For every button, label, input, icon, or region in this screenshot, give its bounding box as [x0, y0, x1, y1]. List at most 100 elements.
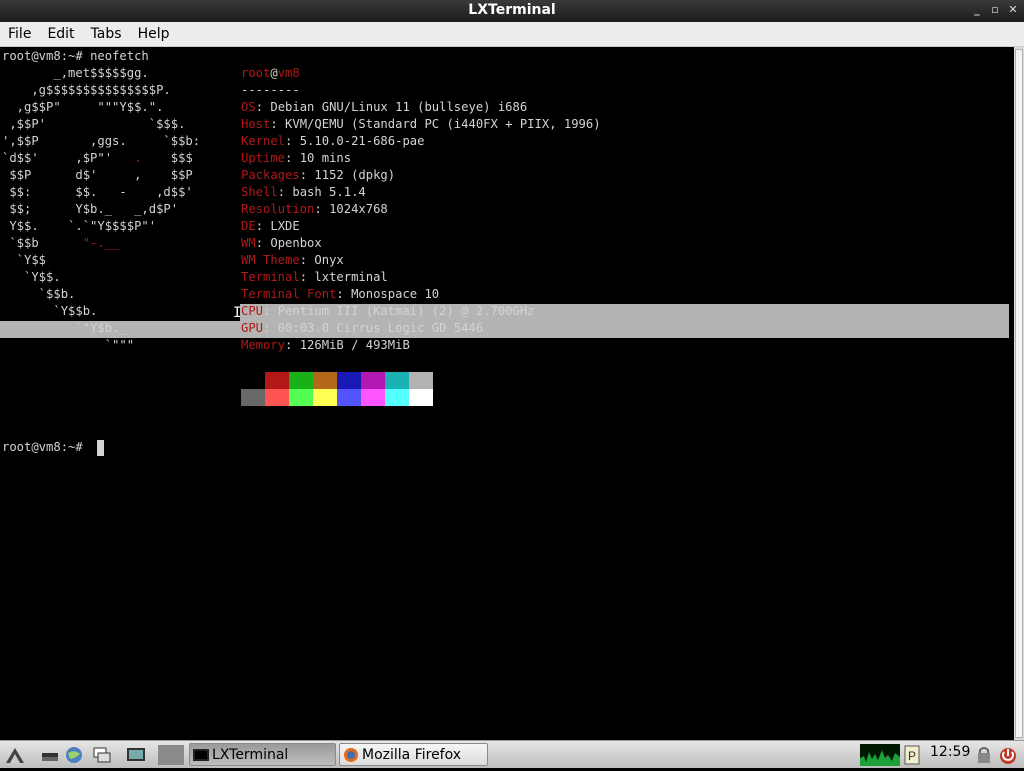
- menu-help[interactable]: Help: [130, 26, 178, 42]
- user-host: root@vm8: [241, 65, 300, 82]
- palette-swatch: [385, 389, 409, 406]
- task-label: Mozilla Firefox: [362, 747, 462, 763]
- info-colon: :: [285, 151, 300, 165]
- window-titlebar[interactable]: LXTerminal _ ▫ ✕: [0, 0, 1024, 22]
- info-line: Shell: bash 5.1.4: [241, 184, 366, 201]
- task-lxterminal[interactable]: LXTerminal: [189, 743, 336, 766]
- info-line: Resolution: 1024x768: [241, 201, 388, 218]
- info-value: LXDE: [270, 219, 300, 233]
- logo-line: ,g$$P" """Y$$.".: [2, 100, 164, 114]
- info-value: 5.10.0-21-686-pae: [299, 134, 425, 148]
- logo-line: `$$b "-.__: [2, 236, 120, 250]
- info-colon: :: [263, 304, 278, 318]
- info-value: Monospace 10: [351, 287, 440, 301]
- info-line: WM: Openbox: [241, 235, 322, 252]
- info-line: Terminal: lxterminal: [241, 269, 388, 286]
- file-manager-icon[interactable]: [40, 745, 60, 765]
- info-colon: :: [299, 168, 315, 182]
- info-colon: :: [314, 202, 330, 216]
- palette-swatch: [361, 389, 385, 406]
- logo-line: $$; Y$b._ _,d$P': [2, 202, 179, 216]
- info-line: Kernel: 5.10.0-21-686-pae: [241, 133, 424, 150]
- info-line: Packages: 1152 (dpkg): [241, 167, 395, 184]
- info-label: Packages: [241, 168, 300, 182]
- at-sign: @: [270, 66, 278, 80]
- menu-bar: File Edit Tabs Help: [0, 22, 1024, 47]
- logo-line: `"Y$b._: [2, 321, 127, 335]
- info-label: Terminal: [241, 270, 300, 284]
- clipboard-icon[interactable]: P: [902, 745, 922, 765]
- clock[interactable]: 12:59: [930, 744, 970, 760]
- cpu-monitor[interactable]: [860, 744, 900, 766]
- minimize-button[interactable]: _: [970, 3, 984, 17]
- palette-swatch: [289, 389, 313, 406]
- info-label: Kernel: [241, 134, 286, 148]
- info-colon: :: [255, 219, 271, 233]
- workspace-switcher[interactable]: [158, 745, 184, 765]
- scrollbar-thumb[interactable]: [1015, 49, 1023, 738]
- show-desktop-icon[interactable]: [126, 745, 146, 765]
- info-value: 1152 (dpkg): [314, 168, 396, 182]
- logo-line: `$$b.: [2, 287, 76, 301]
- maximize-button[interactable]: ▫: [988, 3, 1002, 17]
- ibeam-cursor-icon: I: [233, 305, 242, 321]
- palette-swatch: [313, 389, 337, 406]
- text-cursor: [97, 440, 104, 456]
- info-colon: :: [270, 117, 286, 131]
- info-line: CPU: Pentium III (Katmai) (2) @ 2.700GHz: [241, 303, 535, 320]
- task-firefox[interactable]: Mozilla Firefox: [339, 743, 488, 766]
- info-value: Onyx: [314, 253, 344, 267]
- info-colon: :: [285, 134, 300, 148]
- terminal-icon: [193, 749, 209, 761]
- logo-line: $$: $$. - ,d$$': [2, 185, 193, 199]
- info-value: Openbox: [270, 236, 322, 250]
- info-line: DE: LXDE: [241, 218, 300, 235]
- svg-text:P: P: [908, 749, 916, 763]
- desktop-pager-icon[interactable]: [92, 745, 112, 765]
- info-colon: :: [299, 270, 315, 284]
- palette-swatch: [337, 389, 361, 406]
- info-label: Host: [241, 117, 271, 131]
- info-colon: :: [255, 100, 271, 114]
- info-value: 00:03.0 Cirrus Logic GD 5446: [277, 321, 484, 335]
- info-value: 10 mins: [299, 151, 352, 165]
- logo-line: `d$$' ,$P"' . $$$: [2, 151, 193, 165]
- info-label: Terminal Font: [241, 287, 337, 301]
- menu-tabs[interactable]: Tabs: [83, 26, 130, 42]
- logo-line: ',$$P ,ggs. `$$b:: [2, 134, 201, 148]
- start-menu-icon[interactable]: [4, 745, 24, 765]
- logout-icon[interactable]: [998, 745, 1018, 765]
- info-line: Uptime: 10 mins: [241, 150, 351, 167]
- logo-line: $$P d$' , $$P: [2, 168, 193, 182]
- info-colon: :: [255, 236, 271, 250]
- logo-line: _,met$$$$$gg.: [2, 66, 149, 80]
- close-button[interactable]: ✕: [1006, 3, 1020, 17]
- web-browser-icon[interactable]: [64, 745, 84, 765]
- info-label: OS: [241, 100, 256, 114]
- palette-swatch: [337, 372, 361, 389]
- palette-swatch: [241, 372, 265, 389]
- palette-swatch: [241, 389, 265, 406]
- command: neofetch: [90, 49, 149, 63]
- scrollbar[interactable]: [1014, 47, 1024, 740]
- info-line: Memory: 126MiB / 493MiB: [241, 337, 410, 354]
- logo-line: ,g$$$$$$$$$$$$$$$P.: [2, 83, 171, 97]
- menu-edit[interactable]: Edit: [39, 26, 82, 42]
- menu-file[interactable]: File: [0, 26, 39, 42]
- info-label: Memory: [241, 338, 286, 352]
- terminal-output[interactable]: root@vm8:~# neofetch _,met$$$$$gg. ,g$$$…: [0, 47, 1014, 740]
- info-line: Host: KVM/QEMU (Standard PC (i440FX + PI…: [241, 116, 601, 133]
- logo-line: `Y$$: [2, 253, 47, 267]
- info-line: GPU: 00:03.0 Cirrus Logic GD 5446: [241, 320, 483, 337]
- palette-swatch: [361, 372, 385, 389]
- screen-lock-icon[interactable]: [974, 745, 994, 765]
- info-label: WM: [241, 236, 256, 250]
- info-value: Debian GNU/Linux 11 (bullseye) i686: [270, 100, 528, 114]
- palette-swatch: [409, 389, 433, 406]
- user: root: [241, 66, 271, 80]
- info-value: bash 5.1.4: [292, 185, 366, 199]
- logo-line: `""": [2, 338, 135, 352]
- info-value: lxterminal: [314, 270, 388, 284]
- info-line: Terminal Font: Monospace 10: [241, 286, 439, 303]
- info-colon: :: [299, 253, 315, 267]
